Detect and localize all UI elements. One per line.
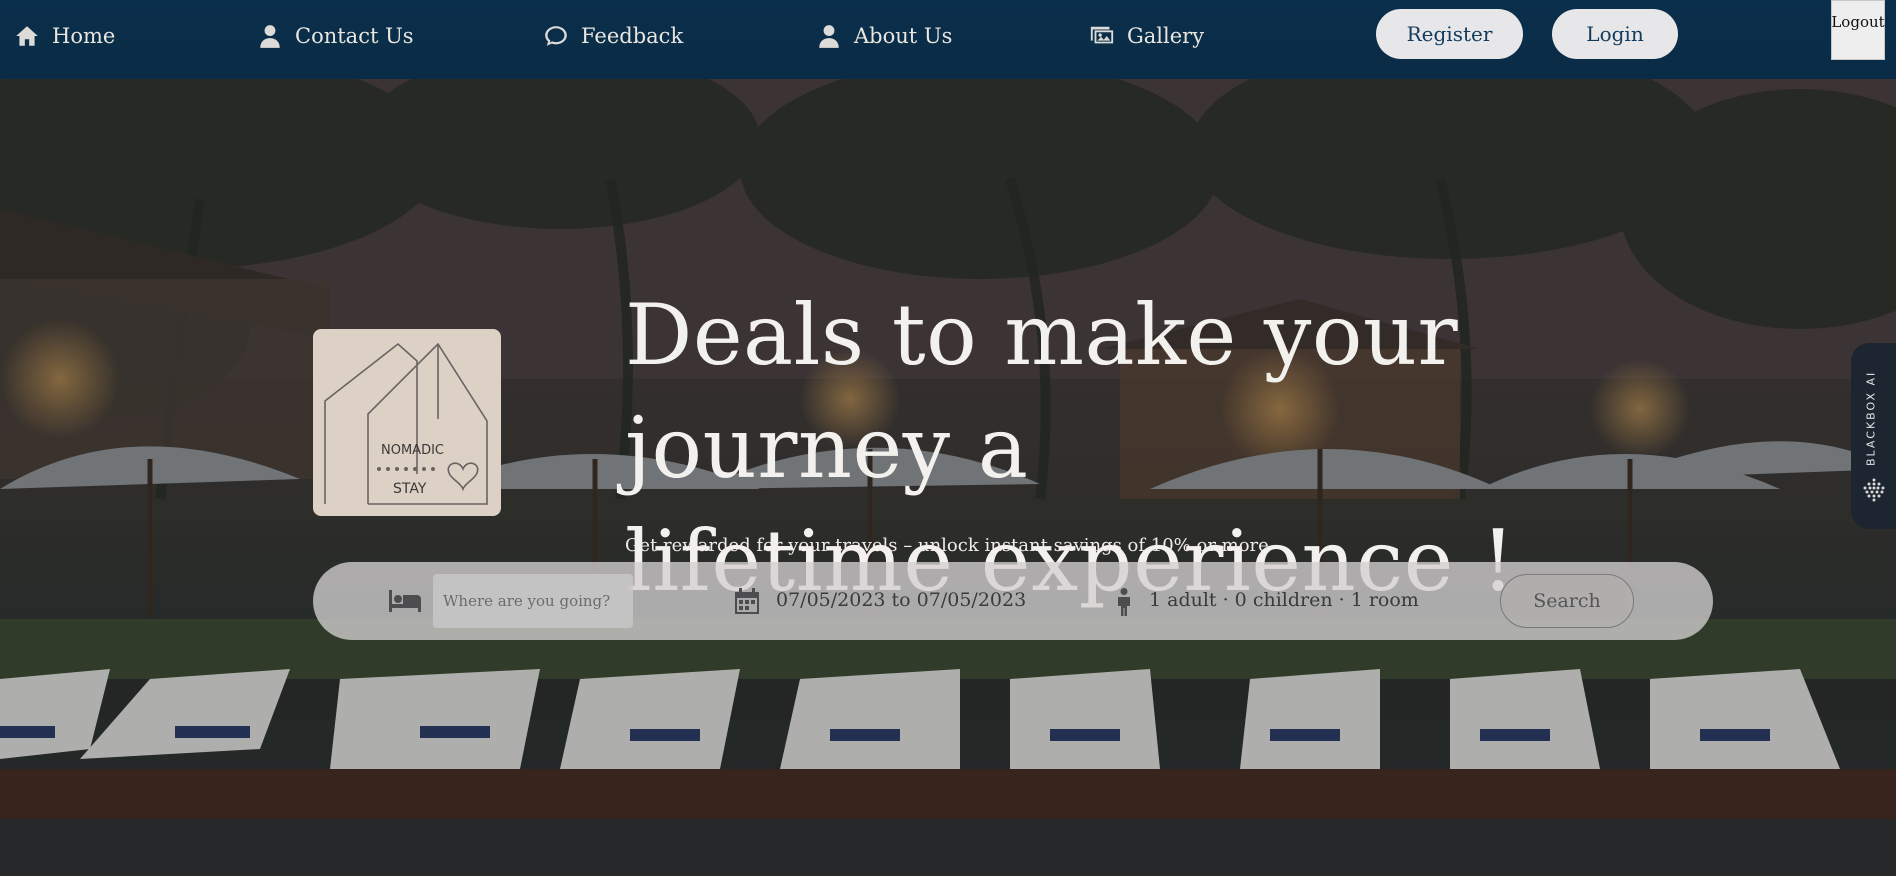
- images-icon: [1090, 26, 1114, 44]
- nav-gallery-label: Gallery: [1127, 24, 1205, 48]
- nav-feedback-link[interactable]: Feedback: [543, 0, 683, 72]
- logo-line1: NOMADIC: [381, 443, 444, 458]
- blackbox-ai-widget[interactable]: BLACKBOX AI: [1851, 343, 1896, 529]
- nav-contact-label: Contact Us: [295, 24, 414, 48]
- hero-subline: Get rewarded for your travels – unlock i…: [625, 535, 1269, 556]
- nav-home-label: Home: [52, 24, 116, 48]
- nomadic-stay-logo: NOMADIC STAY: [313, 329, 501, 516]
- register-button[interactable]: Register: [1376, 9, 1523, 59]
- nav-home-link[interactable]: Home: [14, 0, 115, 72]
- person-icon: [819, 25, 839, 48]
- nav-gallery-link[interactable]: Gallery: [1089, 0, 1204, 72]
- nav-contact-link[interactable]: Contact Us: [257, 0, 414, 72]
- headline-line1: Deals to make your journey a: [625, 286, 1459, 497]
- guests-rooms-field[interactable]: 1 adult · 0 children · 1 room: [1149, 589, 1419, 611]
- person-standing-icon: [1118, 588, 1130, 616]
- top-navbar: Home Contact Us Feedback About Us Galler…: [0, 0, 1896, 79]
- chat-bubble-icon: [545, 26, 567, 46]
- house-heart-logo-icon: NOMADIC STAY: [324, 342, 488, 505]
- login-button[interactable]: Login: [1552, 9, 1678, 59]
- bed-icon: [389, 590, 421, 612]
- destination-input[interactable]: [433, 574, 633, 628]
- search-bar: 07/05/2023 to 07/05/2023 1 adult · 0 chi…: [313, 562, 1713, 640]
- search-button[interactable]: Search: [1500, 574, 1634, 628]
- blackbox-dots-icon: [1863, 478, 1885, 502]
- nav-feedback-label: Feedback: [581, 24, 684, 48]
- person-icon: [260, 25, 280, 48]
- calendar-icon: [735, 588, 759, 614]
- blackbox-ai-label: BLACKBOX AI: [1864, 370, 1878, 466]
- nav-about-label: About Us: [854, 24, 953, 48]
- hero-section: NOMADIC STAY Deals to make your journey …: [0, 79, 1896, 876]
- logo-line2: STAY: [393, 481, 427, 497]
- date-range-field[interactable]: 07/05/2023 to 07/05/2023: [776, 589, 1026, 611]
- nav-about-link[interactable]: About Us: [816, 0, 952, 72]
- logout-button[interactable]: Logout: [1831, 0, 1885, 60]
- home-icon: [16, 26, 38, 46]
